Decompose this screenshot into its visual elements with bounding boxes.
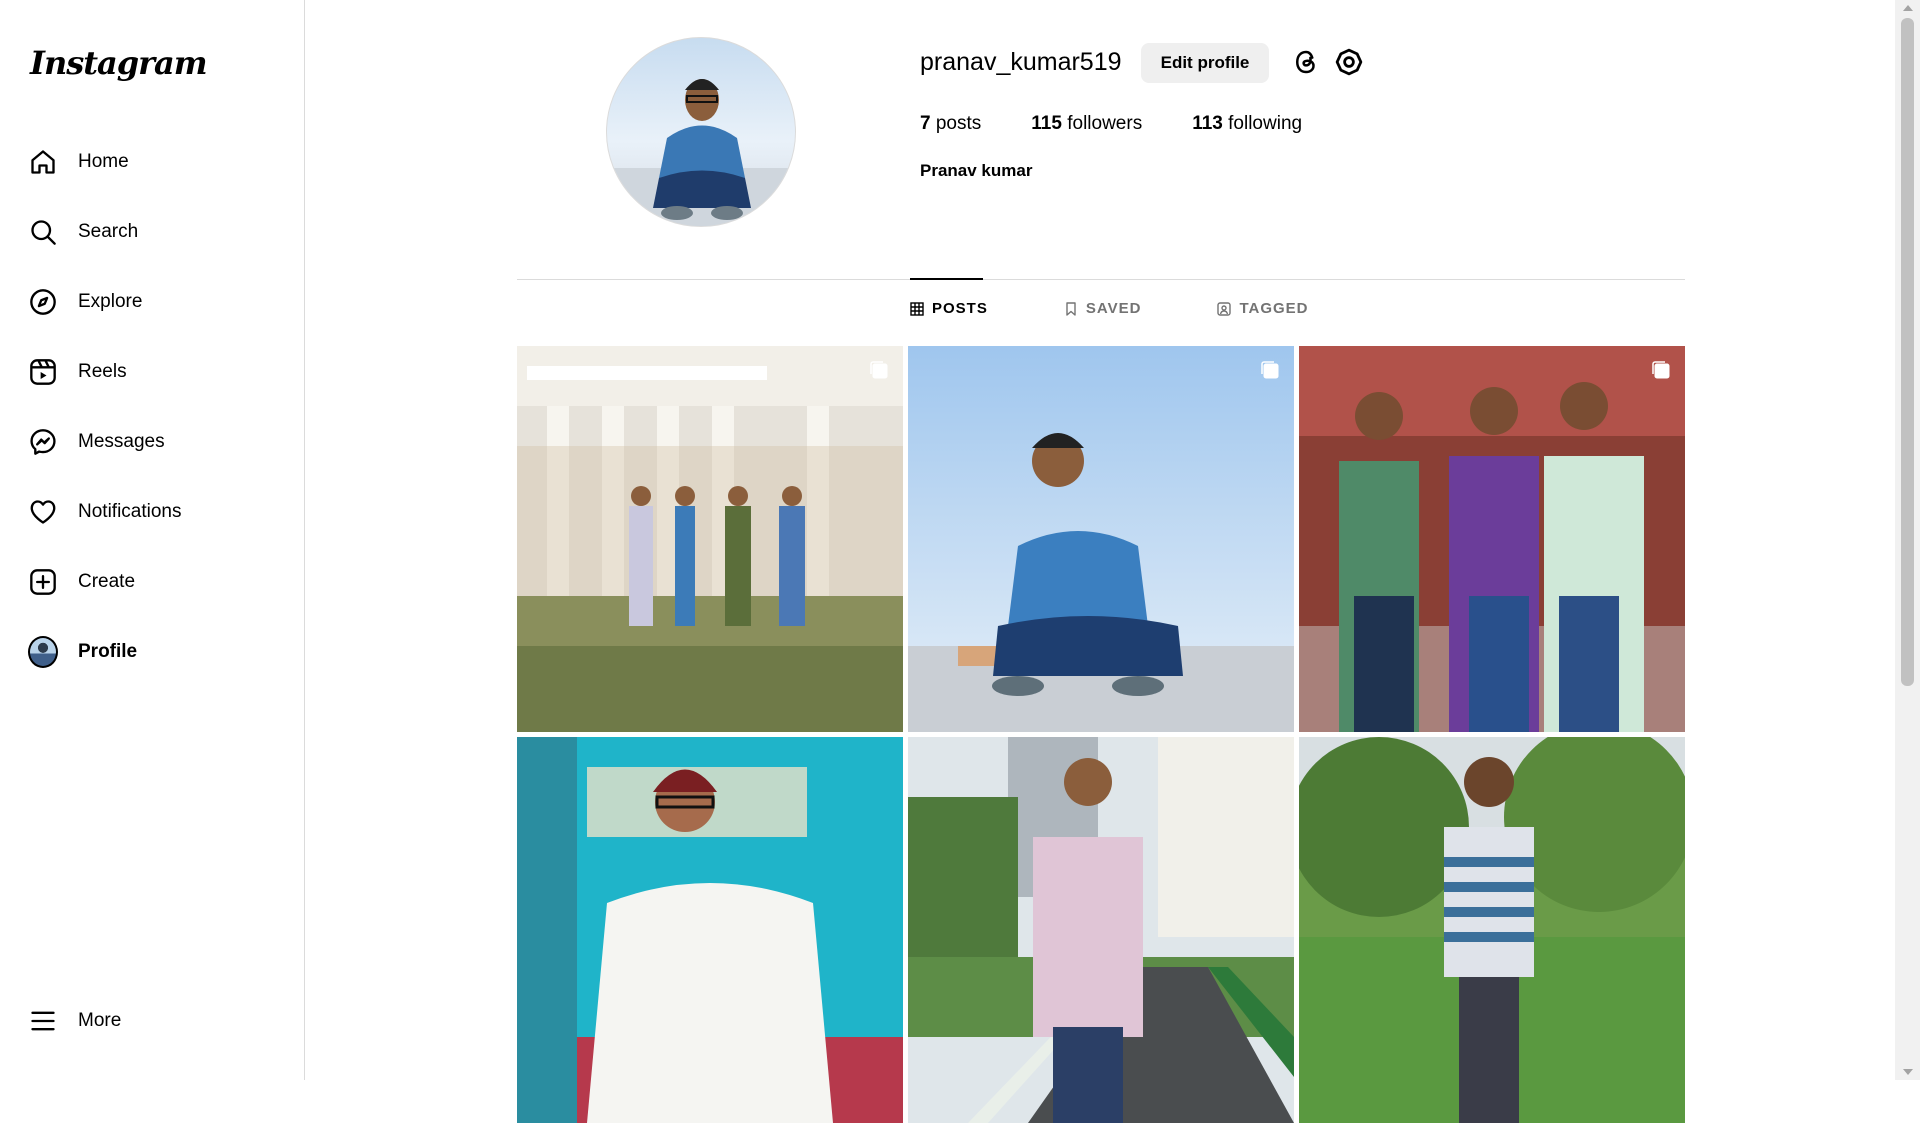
reels-icon	[28, 357, 58, 387]
sidebar-item-label: More	[78, 1010, 122, 1031]
multiple-photos-icon	[1652, 361, 1670, 379]
posts-count-value: 7	[920, 113, 931, 134]
home-icon	[28, 147, 58, 177]
following-label: following	[1228, 113, 1303, 134]
posts-grid	[517, 346, 1685, 1123]
post-image	[908, 737, 1294, 1123]
sidebar-item-search[interactable]: Search	[14, 204, 290, 260]
sidebar-item-reels[interactable]: Reels	[14, 344, 290, 400]
sidebar-item-create[interactable]: Create	[14, 554, 290, 610]
active-tab-indicator	[910, 278, 983, 280]
multiple-photos-icon	[870, 361, 888, 379]
profile-picture[interactable]	[606, 37, 796, 227]
tab-saved[interactable]: SAVED	[1064, 300, 1142, 317]
post-thumbnail[interactable]	[1299, 346, 1685, 732]
profile-stats: 7 posts 115 followers 113 following	[920, 113, 1352, 135]
post-thumbnail[interactable]	[1299, 737, 1685, 1123]
sidebar-item-label: Messages	[78, 431, 165, 452]
profile-full-name: Pranav kumar	[920, 161, 1033, 180]
post-thumbnail[interactable]	[908, 737, 1294, 1123]
sidebar-item-profile[interactable]: Profile	[14, 624, 290, 680]
bookmark-icon	[1064, 301, 1078, 316]
profile-username: pranav_kumar519	[920, 48, 1122, 76]
sidebar-item-home[interactable]: Home	[14, 134, 290, 190]
sidebar-item-label: Create	[78, 571, 136, 592]
followers-label: followers	[1067, 113, 1143, 134]
multiple-photos-icon	[1261, 361, 1279, 379]
sidebar: Instagram Home Search Explore Reels Mess…	[0, 0, 305, 1080]
followers-count-value: 115	[1031, 113, 1062, 134]
page-scrollbar[interactable]	[1895, 0, 1920, 1080]
followers-link[interactable]: 115 followers	[1031, 113, 1142, 135]
menu-icon	[28, 1006, 58, 1036]
heart-icon	[28, 497, 58, 527]
compass-icon	[28, 287, 58, 317]
post-thumbnail[interactable]	[517, 346, 903, 732]
search-icon	[28, 217, 58, 247]
threads-icon[interactable]	[1290, 46, 1322, 78]
sidebar-item-label: Profile	[78, 641, 138, 662]
post-thumbnail[interactable]	[517, 737, 903, 1123]
sidebar-item-label: Notifications	[78, 501, 182, 522]
settings-gear-icon[interactable]	[1333, 46, 1365, 78]
following-count-value: 113	[1192, 113, 1223, 134]
post-image	[1299, 346, 1685, 732]
profile-tabs: POSTS SAVED TAGGED	[910, 300, 1309, 317]
posts-label: posts	[935, 113, 982, 134]
sidebar-item-messages[interactable]: Messages	[14, 414, 290, 470]
divider	[517, 279, 1685, 280]
following-link[interactable]: 113 following	[1192, 113, 1302, 135]
tab-label: POSTS	[932, 300, 988, 317]
grid-icon	[910, 301, 924, 316]
sidebar-item-label: Search	[78, 221, 139, 242]
sidebar-item-notifications[interactable]: Notifications	[14, 484, 290, 540]
scroll-down-arrow-icon[interactable]	[1903, 1069, 1913, 1075]
tab-label: SAVED	[1085, 300, 1142, 317]
sidebar-item-label: Home	[78, 151, 129, 172]
tag-person-icon	[1217, 301, 1232, 316]
instagram-logo[interactable]: Instagram	[30, 44, 208, 82]
messenger-icon	[28, 427, 58, 457]
tab-tagged[interactable]: TAGGED	[1217, 300, 1308, 317]
sidebar-item-label: Reels	[78, 361, 127, 382]
plus-square-icon	[28, 567, 58, 597]
profile-main: pranav_kumar519 Edit profile 7 posts 115…	[305, 0, 1895, 1123]
posts-count: 7 posts	[920, 113, 981, 135]
avatar	[28, 636, 58, 668]
post-image	[908, 346, 1294, 732]
post-image	[517, 346, 903, 732]
sidebar-item-label: Explore	[78, 291, 143, 312]
tab-posts[interactable]: POSTS	[910, 300, 988, 317]
scroll-up-arrow-icon[interactable]	[1903, 5, 1913, 11]
edit-profile-button[interactable]: Edit profile	[1141, 43, 1269, 83]
post-image	[1299, 737, 1685, 1123]
post-image	[517, 737, 903, 1123]
sidebar-item-explore[interactable]: Explore	[14, 274, 290, 330]
post-thumbnail[interactable]	[908, 346, 1294, 732]
tab-label: TAGGED	[1239, 300, 1309, 317]
profile-avatar-icon	[28, 636, 58, 668]
sidebar-item-more[interactable]: More	[14, 993, 290, 1049]
scrollbar-thumb[interactable]	[1901, 18, 1914, 686]
